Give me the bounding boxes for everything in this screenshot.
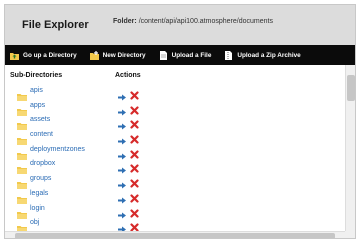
table-row: assets xyxy=(5,114,345,131)
table-row: legals xyxy=(5,188,345,204)
folder-label: Folder: xyxy=(113,18,137,25)
move-icon[interactable] xyxy=(118,132,127,145)
go-up-directory-label: Go up a Directory xyxy=(23,51,77,59)
directory-link-obj[interactable]: obj xyxy=(30,219,39,226)
folder-icon xyxy=(17,191,27,204)
subdirectories-header: Sub-Directories xyxy=(10,72,63,79)
delete-icon[interactable] xyxy=(130,175,139,188)
move-icon[interactable] xyxy=(118,88,127,101)
file-explorer-window: File Explorer Folder: /content/api/api10… xyxy=(4,4,356,239)
delete-icon[interactable] xyxy=(130,190,139,203)
delete-icon[interactable] xyxy=(130,87,139,100)
directory-link-apps[interactable]: apps xyxy=(30,102,45,109)
folder-icon xyxy=(17,132,27,146)
upload-file-button[interactable]: Upload a File xyxy=(154,45,220,65)
move-icon[interactable] xyxy=(118,220,127,231)
table-row: apps xyxy=(5,100,345,116)
delete-icon[interactable] xyxy=(130,205,139,218)
move-icon[interactable] xyxy=(118,206,127,218)
directory-link-dropbox[interactable]: dropbox xyxy=(30,160,55,167)
move-icon[interactable] xyxy=(118,103,127,116)
horizontal-scrollbar[interactable] xyxy=(5,231,345,238)
go-up-directory-button[interactable]: Go up a Directory xyxy=(5,45,85,65)
delete-icon[interactable] xyxy=(130,131,139,144)
horizontal-scroll-thumb[interactable] xyxy=(15,233,335,238)
move-icon[interactable] xyxy=(118,117,127,130)
upload-file-icon xyxy=(159,50,168,60)
header: File Explorer Folder: /content/api/api10… xyxy=(5,5,355,45)
delete-icon[interactable] xyxy=(130,160,139,174)
folder-icon xyxy=(17,147,27,160)
table-row: apis xyxy=(5,85,345,101)
table-row: login xyxy=(5,203,345,219)
directory-link-assets[interactable]: assets xyxy=(30,116,50,123)
page-title: File Explorer xyxy=(22,19,89,31)
upload-zip-archive-label: Upload a Zip Archive xyxy=(237,51,301,59)
directory-rows: apis apps assets content deploymentzones… xyxy=(5,85,345,231)
folder-path: /content/api/api100.atmosphere/documents xyxy=(138,18,273,25)
folder-icon xyxy=(17,88,27,101)
scroll-up-arrow-icon[interactable] xyxy=(348,67,354,79)
delete-icon[interactable] xyxy=(130,146,139,159)
directory-listing: Sub-Directories Actions apis apps assets xyxy=(5,65,345,231)
folder-up-icon xyxy=(10,51,19,60)
scroll-down-arrow-icon[interactable] xyxy=(348,223,354,235)
directory-link-legals[interactable]: legals xyxy=(30,190,48,197)
delete-icon[interactable] xyxy=(130,102,139,115)
folder-icon xyxy=(17,206,27,219)
move-icon[interactable] xyxy=(118,191,127,204)
scroll-left-arrow-icon[interactable] xyxy=(7,234,13,238)
delete-icon[interactable] xyxy=(130,116,139,129)
vertical-scroll-thumb[interactable] xyxy=(347,75,355,101)
current-folder: Folder: /content/api/api100.atmosphere/d… xyxy=(113,18,273,25)
table-row: deploymentzones xyxy=(5,144,345,160)
table-row: dropbox xyxy=(5,158,345,175)
directory-link-groups[interactable]: groups xyxy=(30,175,51,182)
move-icon[interactable] xyxy=(118,147,127,160)
folder-icon xyxy=(17,161,27,175)
move-icon[interactable] xyxy=(118,161,127,174)
actions-header: Actions xyxy=(115,72,141,79)
folder-icon xyxy=(17,117,27,131)
table-row: groups xyxy=(5,173,345,190)
table-row: content xyxy=(5,129,345,146)
scrollbar-corner xyxy=(345,231,355,238)
table-row: obj xyxy=(5,217,345,231)
directory-link-content[interactable]: content xyxy=(30,131,53,138)
folder-icon xyxy=(17,220,27,231)
upload-file-label: Upload a File xyxy=(171,51,212,59)
directory-link-apis[interactable]: apis xyxy=(30,87,43,94)
directory-link-login[interactable]: login xyxy=(30,205,45,212)
folder-icon xyxy=(17,176,27,190)
delete-icon[interactable] xyxy=(130,219,139,231)
move-icon[interactable] xyxy=(118,176,127,189)
new-directory-label: New Directory xyxy=(102,51,146,59)
scroll-right-arrow-icon[interactable] xyxy=(337,234,343,238)
upload-zip-archive-button[interactable]: Upload a Zip Archive xyxy=(219,45,308,65)
upload-zip-icon xyxy=(224,50,233,60)
folder-icon xyxy=(17,103,27,116)
new-folder-icon xyxy=(89,50,99,60)
directory-link-deploymentzones[interactable]: deploymentzones xyxy=(30,146,85,153)
toolbar: Go up a Directory New Directory Upload a… xyxy=(5,45,355,65)
vertical-scrollbar[interactable] xyxy=(345,65,355,235)
new-directory-button[interactable]: New Directory xyxy=(85,45,154,65)
